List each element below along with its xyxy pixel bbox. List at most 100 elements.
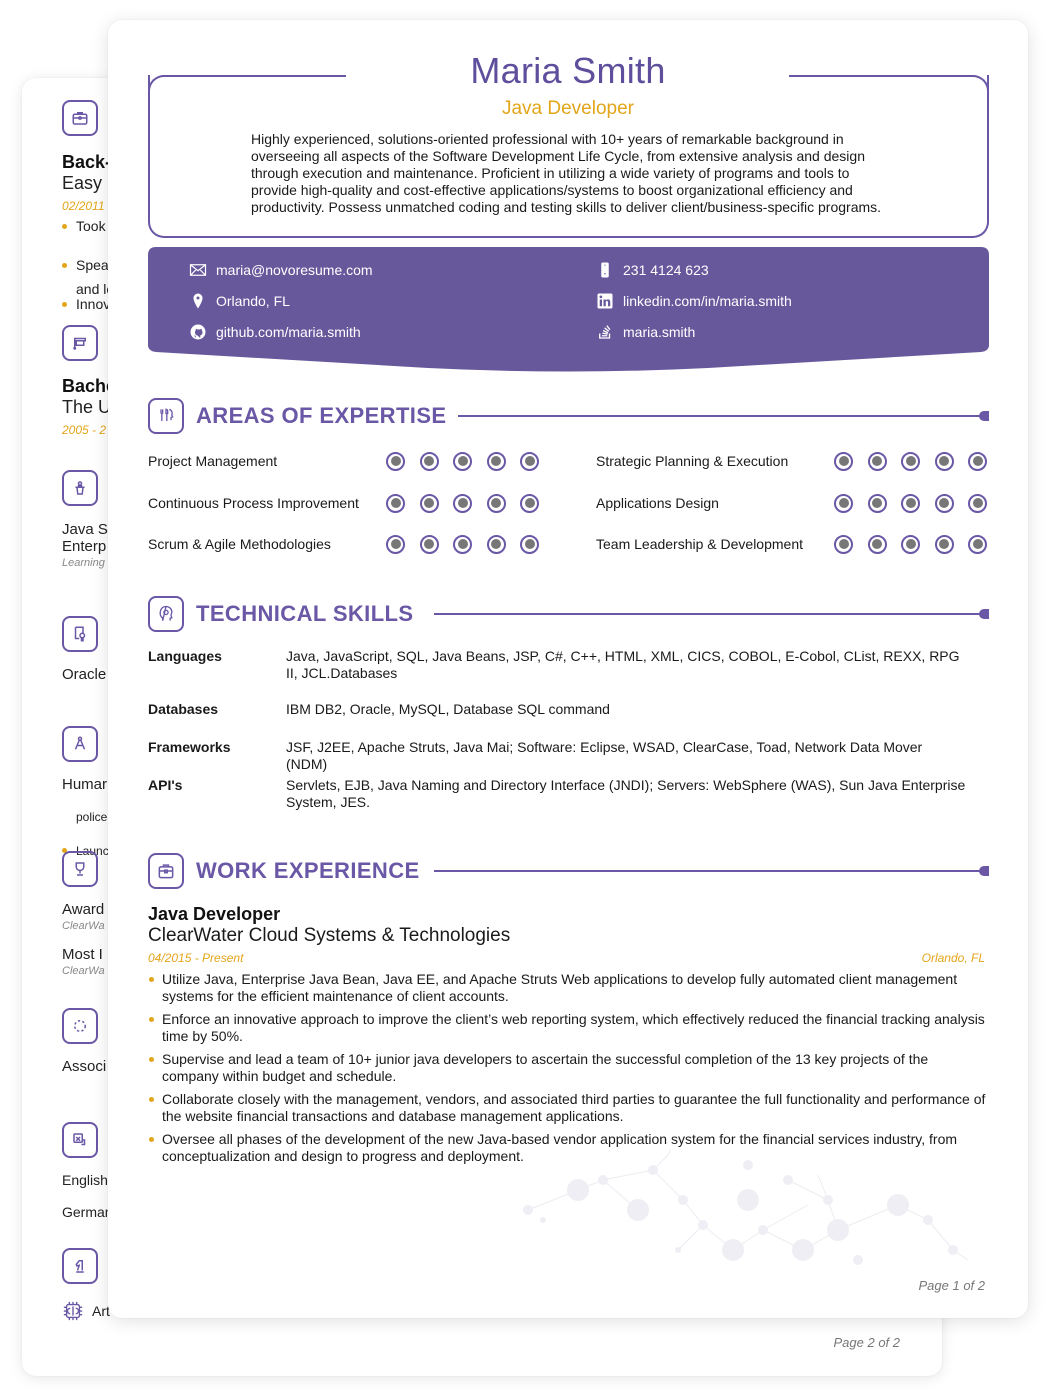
podium-icon (62, 470, 98, 506)
contact-linkedin-value: linkedin.com/in/maria.smith (623, 293, 792, 309)
graduation-cap-icon (62, 325, 98, 361)
page-number: Page 1 of 2 (918, 1278, 986, 1293)
skill-label: API's (148, 777, 183, 793)
certificate-icon (62, 616, 98, 652)
summary-text: Highly experienced, solutions-oriented p… (251, 131, 882, 215)
trophy-icon (62, 851, 98, 887)
rating-dot-filled (834, 451, 853, 471)
skill-value: IBM DB2, Oracle, MySQL, Database SQL com… (286, 701, 610, 717)
network-icon (62, 1008, 98, 1044)
job-company: ClearWater Cloud Systems & Technologies (148, 925, 511, 946)
expertise-item: Strategic Planning & Execution (596, 449, 1016, 473)
rating-dot-filled (834, 493, 853, 513)
section-title: WORK EXPERIENCE (196, 858, 420, 883)
expertise-item: Continuous Process Improvement (148, 491, 568, 515)
conference-subtitle: Learning (62, 557, 105, 569)
rating-dot-filled (934, 493, 954, 513)
expertise-item: Applications Design (596, 491, 1016, 515)
rating-dot-filled (419, 534, 439, 554)
rating-dot-filled (520, 534, 539, 554)
rating-dot-filled (453, 451, 472, 471)
rating-dot-filled (386, 493, 405, 513)
expertise-rating (386, 493, 554, 513)
brain-chip-icon (62, 1300, 84, 1322)
contact-linkedin[interactable]: linkedin.com/in/maria.smith (595, 291, 792, 311)
job-title: Java Developer (148, 904, 281, 924)
expertise-label: Team Leadership & Development (596, 536, 804, 552)
job-date: 02/2011 (62, 199, 105, 213)
section-divider (458, 415, 981, 417)
rating-dot-filled (968, 534, 987, 554)
rating-dot-filled (901, 451, 920, 471)
language-item: English (62, 1172, 108, 1188)
organization-item: Associ (62, 1058, 107, 1075)
conference-line: Java S (62, 521, 108, 538)
brain-tools-icon (148, 398, 184, 434)
translate-icon (62, 1122, 98, 1158)
expertise-rating (386, 451, 554, 471)
rating-dot-filled (520, 451, 539, 471)
map-pin-icon (188, 291, 208, 311)
contact-github[interactable]: github.com/maria.smith (188, 322, 361, 342)
education-date: 2005 - 2 (62, 423, 107, 437)
language-item: German (62, 1204, 113, 1220)
contact-stackoverflow[interactable]: maria.smith (595, 322, 695, 342)
skill-label: Languages (148, 648, 222, 664)
education-school: The U (62, 397, 112, 417)
page-number: Page 2 of 2 (833, 1335, 901, 1350)
stackoverflow-icon (595, 322, 615, 342)
award-subtitle: ClearWa (62, 920, 105, 932)
expertise-label: Strategic Planning & Execution (596, 453, 789, 469)
briefcase-icon (148, 853, 184, 889)
expertise-item: Scrum & Agile Methodologies (148, 532, 568, 556)
rating-dot-filled (934, 534, 954, 554)
envelope-icon (188, 260, 208, 280)
interest-item: Art (62, 1300, 110, 1322)
rating-dot-filled (867, 451, 887, 471)
rating-dot-filled (486, 534, 506, 554)
section-header-work-experience: WORK EXPERIENCE (148, 853, 989, 889)
rating-dot-filled (934, 451, 954, 471)
briefcase-icon (62, 100, 98, 136)
skill-label: Frameworks (148, 739, 231, 755)
job-bullet: Enforce an innovative approach to improv… (148, 1011, 988, 1045)
contact-email[interactable]: maria@novoresume.com (188, 260, 373, 280)
contact-phone[interactable]: 231 4124 623 (595, 260, 709, 280)
contact-github-value: github.com/maria.smith (216, 324, 361, 340)
job-location: Orlando, FL (921, 951, 985, 965)
job-bullet: Collaborate closely with the management,… (148, 1091, 988, 1125)
expertise-label: Scrum & Agile Methodologies (148, 536, 331, 552)
job-bullet-list: Utilize Java, Enterprise Java Bean, Java… (148, 971, 988, 1171)
linkedin-icon (595, 291, 615, 311)
rating-dot-filled (901, 493, 920, 513)
rating-dot-filled (968, 493, 987, 513)
certificate-item: Oracle (62, 666, 107, 683)
award-title: Most I (62, 946, 103, 963)
chess-knight-icon (62, 1248, 98, 1284)
contact-band: maria@novoresume.com 231 4124 623 Orland… (148, 247, 989, 375)
skill-value: JSF, J2EE, Apache Struts, Java Mai; Soft… (286, 739, 923, 772)
rating-dot-filled (867, 493, 887, 513)
contact-phone-value: 231 4124 623 (623, 262, 709, 278)
section-title: AREAS OF EXPERTISE (196, 403, 447, 428)
contact-stackoverflow-value: maria.smith (623, 324, 696, 340)
job-bullet: Oversee all phases of the development of… (148, 1131, 988, 1165)
head-gear-icon (148, 596, 184, 632)
skill-label: Databases (148, 701, 219, 717)
contact-location-value: Orlando, FL (216, 293, 290, 309)
rating-dot-filled (486, 451, 506, 471)
skill-value: Java, JavaScript, SQL, Java Beans, JSP, … (286, 648, 960, 681)
job-date: 04/2015 - Present (148, 951, 244, 965)
expertise-label: Project Management (148, 453, 278, 469)
rating-dot-filled (520, 493, 539, 513)
rating-dot-filled (386, 451, 405, 471)
section-divider-end (979, 609, 989, 619)
job-bullet: Supervise and lead a team of 10+ junior … (148, 1051, 988, 1085)
job-title: Back- (62, 152, 112, 172)
expertise-rating (834, 451, 1002, 471)
expertise-item: Project Management (148, 449, 568, 473)
rating-dot-filled (834, 534, 853, 554)
rating-dot-filled (901, 534, 920, 554)
expertise-rating (834, 534, 1002, 554)
volunteering-item: Humar (62, 776, 108, 793)
